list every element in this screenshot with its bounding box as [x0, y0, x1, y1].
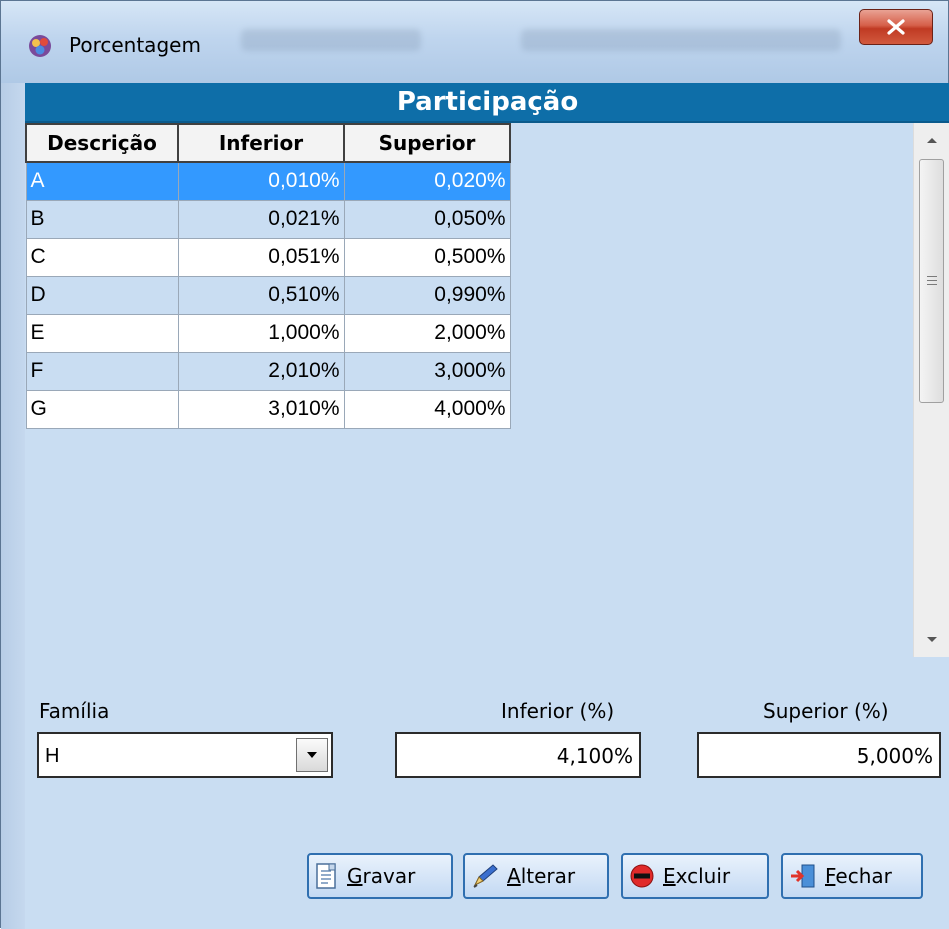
grid-header-row: Descrição Inferior Superior	[25, 123, 511, 163]
cell-superior[interactable]: 0,020%	[343, 161, 511, 201]
cell-superior[interactable]: 3,000%	[343, 351, 511, 391]
dropdown-button[interactable]	[296, 738, 328, 772]
cell-superior[interactable]: 0,050%	[343, 199, 511, 239]
gravar-button[interactable]: Gravar	[307, 853, 453, 899]
close-button[interactable]	[859, 9, 933, 45]
familia-value: H	[45, 745, 60, 767]
cell-inferior[interactable]: 0,510%	[177, 275, 345, 315]
delete-icon	[630, 864, 654, 888]
grid-vertical-scrollbar[interactable]	[913, 123, 949, 657]
exit-icon	[791, 864, 815, 888]
fechar-button[interactable]: Fechar	[781, 853, 923, 899]
cell-descricao[interactable]: G	[25, 389, 179, 429]
participation-grid[interactable]: Descrição Inferior Superior A 0,010% 0,0…	[25, 123, 511, 429]
window-title: Porcentagem	[69, 33, 201, 57]
cell-superior[interactable]: 2,000%	[343, 313, 511, 353]
cell-superior[interactable]: 0,500%	[343, 237, 511, 277]
title-bar[interactable]: Porcentagem	[1, 1, 948, 83]
close-icon	[887, 19, 905, 35]
fechar-label: Fechar	[825, 864, 892, 888]
scroll-up-button[interactable]	[914, 123, 949, 157]
cell-descricao[interactable]: D	[25, 275, 179, 315]
cell-inferior[interactable]: 0,021%	[177, 199, 345, 239]
table-row[interactable]: G 3,010% 4,000%	[25, 389, 511, 429]
cell-inferior[interactable]: 3,010%	[177, 389, 345, 429]
column-header-inferior[interactable]: Inferior	[177, 123, 345, 163]
table-row[interactable]: E 1,000% 2,000%	[25, 313, 511, 353]
porcentagem-window: Porcentagem Participação Descrição Infer…	[0, 0, 949, 929]
scroll-thumb[interactable]	[919, 159, 944, 403]
cell-descricao[interactable]: E	[25, 313, 179, 353]
superior-label: Superior (%)	[763, 699, 889, 723]
cell-inferior[interactable]: 2,010%	[177, 351, 345, 391]
superior-input[interactable]: 5,000%	[697, 732, 941, 778]
scroll-down-button[interactable]	[914, 623, 949, 657]
pencil-icon	[473, 864, 498, 888]
cell-descricao[interactable]: C	[25, 237, 179, 277]
inferior-label: Inferior (%)	[501, 699, 615, 723]
arrow-up-icon	[927, 138, 937, 143]
arrow-down-icon	[927, 637, 937, 642]
app-icon	[29, 35, 51, 57]
column-header-descricao[interactable]: Descrição	[25, 123, 179, 163]
cell-inferior[interactable]: 0,051%	[177, 237, 345, 277]
alterar-label: Alterar	[507, 864, 576, 888]
table-row[interactable]: D 0,510% 0,990%	[25, 275, 511, 315]
background-blur	[521, 29, 841, 51]
excluir-label: Excluir	[663, 864, 731, 888]
cell-descricao[interactable]: F	[25, 351, 179, 391]
background-blur	[241, 29, 421, 51]
cell-superior[interactable]: 0,990%	[343, 275, 511, 315]
save-icon	[316, 863, 336, 889]
cell-superior[interactable]: 4,000%	[343, 389, 511, 429]
window-frame-left	[1, 83, 25, 929]
cell-inferior[interactable]: 0,010%	[177, 161, 345, 201]
column-header-superior[interactable]: Superior	[343, 123, 511, 163]
cell-descricao[interactable]: A	[25, 161, 179, 201]
table-row[interactable]: B 0,021% 0,050%	[25, 199, 511, 239]
excluir-button[interactable]: Excluir	[621, 853, 769, 899]
alterar-button[interactable]: Alterar	[463, 853, 609, 899]
table-row[interactable]: C 0,051% 0,500%	[25, 237, 511, 277]
table-row[interactable]: F 2,010% 3,000%	[25, 351, 511, 391]
table-row[interactable]: A 0,010% 0,020%	[25, 161, 511, 201]
gravar-label: Gravar	[347, 864, 416, 888]
familia-select[interactable]: H	[37, 732, 333, 778]
familia-label: Família	[39, 699, 110, 723]
chevron-down-icon	[307, 752, 317, 758]
cell-inferior[interactable]: 1,000%	[177, 313, 345, 353]
cell-descricao[interactable]: B	[25, 199, 179, 239]
panel-header: Participação	[25, 83, 949, 123]
inferior-input[interactable]: 4,100%	[395, 732, 641, 778]
